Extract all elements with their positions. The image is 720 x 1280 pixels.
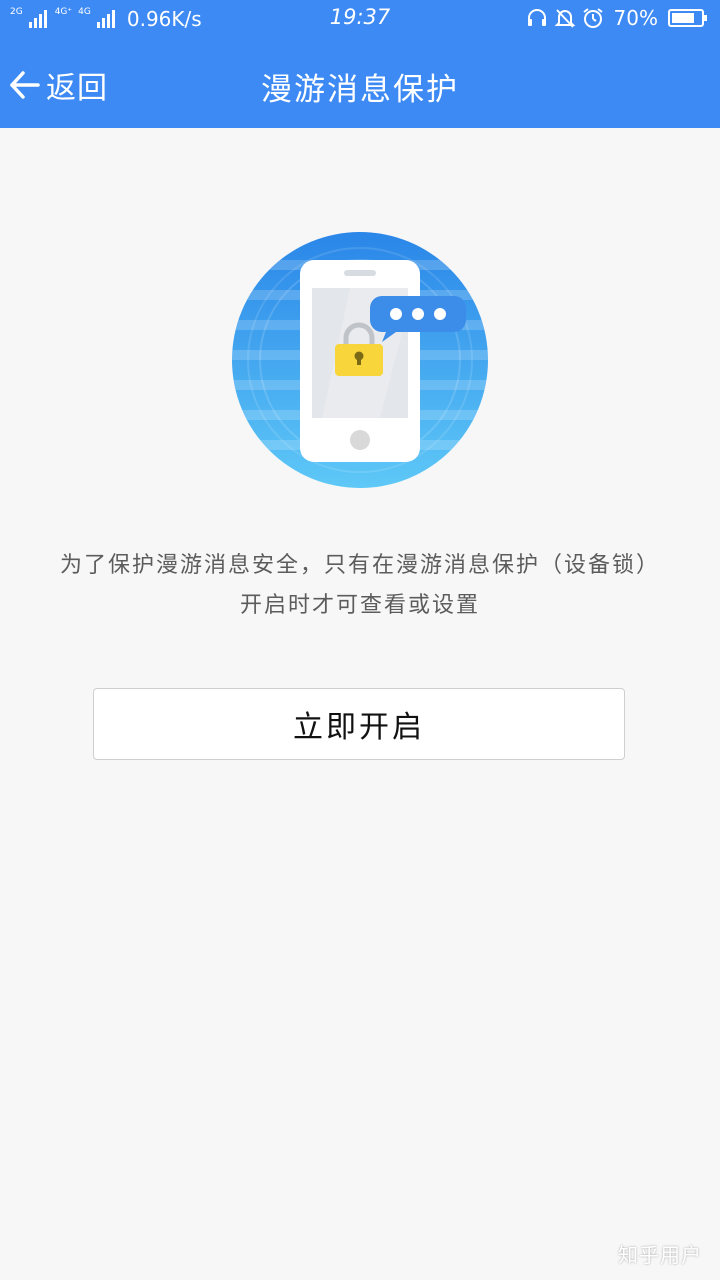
page-title: 漫游消息保护 [261,72,459,108]
battery-icon [668,9,707,27]
nav-bar: 返回 漫游消息保护 [0,38,720,128]
watermark: 知乎用户 [618,1243,702,1267]
bell-muted-icon [554,9,575,28]
description-line: 开启时才可查看或设置 [239,593,480,618]
enable-now-button[interactable]: 立即开启 [93,688,625,760]
status-bar: 2G 4G⁺ 4G 0.96K/s 19:37 70% [0,0,720,38]
description-line: 为了保护漫游消息安全，只有在漫游消息保护（设备锁） [59,553,660,578]
phone-lock-illustration [230,230,490,490]
alarm-icon [582,8,603,28]
header-bar: 2G 4G⁺ 4G 0.96K/s 19:37 70% 返回 漫游消息保护 [0,0,720,128]
status-right: 70% [526,4,708,32]
headset-icon [527,9,546,26]
phone-speaker [344,270,376,276]
phone-lock-svg [232,232,488,488]
phone-home-button [350,430,370,450]
battery-percent: 70% [613,6,658,30]
protection-description: 为了保护漫游消息安全，只有在漫游消息保护（设备锁） 开启时才可查看或设置 [20,546,700,626]
